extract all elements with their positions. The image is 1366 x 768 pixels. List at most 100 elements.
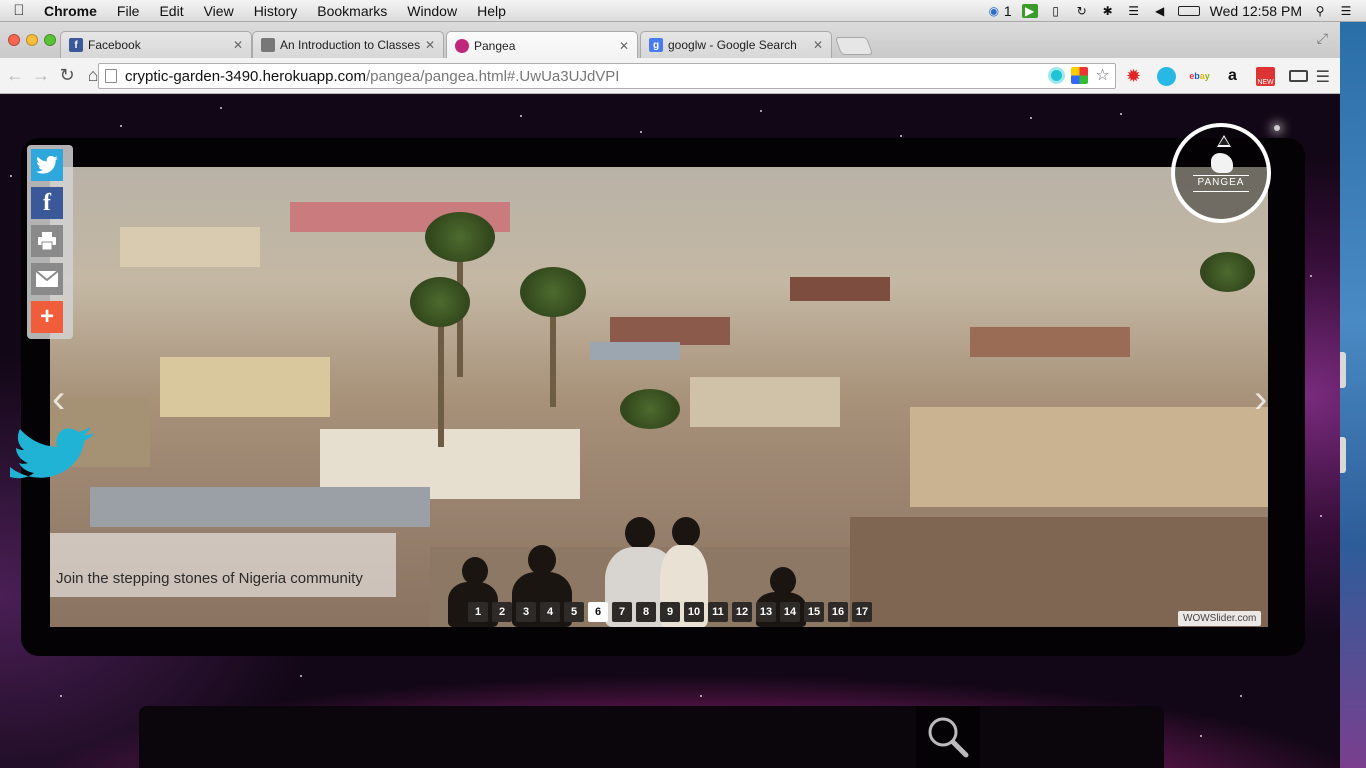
tab-facebook[interactable]: f Facebook ✕ (60, 31, 252, 58)
tab-close-icon[interactable]: ✕ (425, 38, 435, 52)
dock-item[interactable] (1340, 437, 1346, 473)
bookmark-star-icon[interactable]: ☆ (1094, 67, 1111, 84)
time-machine-icon[interactable]: ↻ (1074, 4, 1090, 18)
notification-icon[interactable]: ◉ (986, 4, 1002, 18)
slide-bullet-16[interactable]: 16 (828, 602, 848, 622)
menu-history[interactable]: History (244, 3, 308, 19)
slide-bullet-10[interactable]: 10 (684, 602, 704, 622)
logo-rule (1193, 191, 1249, 192)
slide-caption-text: Join the stepping stones of Nigeria comm… (56, 570, 363, 587)
tree (1200, 252, 1255, 292)
lower-content-panel (139, 706, 1164, 768)
minimize-window-button[interactable] (26, 34, 38, 46)
slider-next-arrow-icon[interactable]: › (1254, 379, 1267, 419)
bluetooth-icon[interactable]: ✱ (1100, 4, 1116, 18)
tab-close-icon[interactable]: ✕ (619, 39, 629, 53)
browser-toolbar: ← → ↻ ⌂ cryptic-garden-3490.herokuapp.co… (0, 58, 1342, 94)
notification-center-icon[interactable]: ☰ (1338, 4, 1354, 18)
twitter-share-button[interactable] (31, 149, 63, 181)
palm-trunk (438, 307, 444, 447)
tab-close-icon[interactable]: ✕ (233, 38, 243, 52)
news-new-icon[interactable]: NEW (1256, 66, 1275, 86)
slide-bullet-11[interactable]: 11 (708, 602, 728, 622)
slide-bullet-8[interactable]: 8 (636, 602, 656, 622)
slide-bullet-15[interactable]: 15 (804, 602, 824, 622)
tab-title: An Introduction to Classes (280, 38, 421, 52)
menu-app-chrome[interactable]: Chrome (38, 3, 107, 19)
media-icon[interactable]: ▶ (1021, 4, 1038, 18)
spotlight-search-icon[interactable]: ⚲ (1312, 4, 1328, 18)
slide-bullet-6[interactable]: 6 (588, 602, 608, 622)
url-host: cryptic-garden-3490.herokuapp.com (125, 67, 366, 85)
amazon-icon[interactable]: a (1223, 67, 1242, 86)
slide-bullet-9[interactable]: 9 (660, 602, 680, 622)
tab-pangea[interactable]: Pangea ✕ (446, 31, 638, 59)
pangea-mark-icon (1211, 153, 1233, 173)
slide-bullet-3[interactable]: 3 (516, 602, 536, 622)
tab-google-search[interactable]: g googlw - Google Search ✕ (640, 31, 832, 58)
extension-colors-icon[interactable] (1071, 67, 1088, 84)
chrome-menu-icon[interactable]: ☰ (1316, 67, 1330, 87)
airplay-icon[interactable]: ▯ (1048, 4, 1064, 18)
clock[interactable]: Wed 12:58 PM (1210, 3, 1302, 19)
print-icon (38, 232, 56, 250)
volume-icon[interactable]: ◀ (1152, 4, 1168, 18)
print-share-button[interactable] (31, 225, 63, 257)
slide-bullet-5[interactable]: 5 (564, 602, 584, 622)
slide-bullet-17[interactable]: 17 (852, 602, 872, 622)
apple-icon[interactable]:  (0, 2, 38, 19)
menu-edit[interactable]: Edit (149, 3, 193, 19)
more-share-button[interactable]: + (31, 301, 63, 333)
pangea-logo[interactable]: PANGEA (1171, 123, 1271, 223)
tin-roof (90, 487, 430, 527)
menubar-status-area: ◉ 1 ▶ ▯ ↻ ✱ ☰ ◀ Wed 12:58 PM ⚲ ☰ (986, 0, 1366, 22)
slide-bullet-1[interactable]: 1 (468, 602, 488, 622)
menu-help[interactable]: Help (467, 3, 516, 19)
slide-bullet-7[interactable]: 7 (612, 602, 632, 622)
facebook-share-button[interactable]: f (31, 187, 63, 219)
desktop-edge (1340, 22, 1366, 768)
cast-icon[interactable] (1289, 70, 1308, 82)
adblock-icon[interactable]: ✹ (1124, 66, 1143, 86)
fullscreen-icon[interactable]: ⤢ (1317, 30, 1328, 47)
menu-view[interactable]: View (194, 3, 244, 19)
extension-blue-icon[interactable] (1157, 66, 1176, 86)
search-button[interactable] (916, 706, 980, 768)
address-bar[interactable]: cryptic-garden-3490.herokuapp.com/pangea… (98, 63, 1116, 89)
reload-icon[interactable]: ↻ (56, 65, 78, 86)
close-window-button[interactable] (8, 34, 20, 46)
logo-rule (1193, 175, 1249, 176)
slide-bullet-13[interactable]: 13 (756, 602, 776, 622)
tab-intro-classes[interactable]: An Introduction to Classes ✕ (252, 31, 444, 58)
slider-prev-arrow-icon[interactable]: ‹ (52, 379, 65, 419)
slide-bullet-4[interactable]: 4 (540, 602, 560, 622)
slide-bullet-14[interactable]: 14 (780, 602, 800, 622)
tree (620, 389, 680, 429)
omnibox-extensions: ☆ (1048, 67, 1111, 84)
ebay-icon[interactable]: ebay (1189, 67, 1210, 86)
tin-roof (590, 342, 680, 360)
twitter-bird-icon[interactable] (8, 427, 94, 485)
child (528, 545, 556, 575)
tab-close-icon[interactable]: ✕ (813, 38, 823, 52)
zoom-window-button[interactable] (44, 34, 56, 46)
extension-circle-icon[interactable] (1048, 67, 1065, 84)
email-share-button[interactable] (31, 263, 63, 295)
slide-bullet-12[interactable]: 12 (732, 602, 752, 622)
wowslider-watermark[interactable]: WOWSlider.com (1178, 611, 1262, 626)
menu-window[interactable]: Window (397, 3, 467, 19)
page-favicon-icon (261, 38, 275, 52)
back-icon[interactable]: ← (4, 65, 26, 86)
forward-icon[interactable]: → (30, 65, 52, 86)
wifi-icon[interactable]: ☰ (1126, 4, 1142, 18)
tab-title: Facebook (88, 38, 141, 52)
menu-file[interactable]: File (107, 3, 150, 19)
url-path: /pangea/pangea.html#.UwUa3UJdVPI (365, 67, 620, 85)
menu-bookmarks[interactable]: Bookmarks (307, 3, 397, 19)
page-icon (105, 69, 117, 83)
slide-bullet-2[interactable]: 2 (492, 602, 512, 622)
logo-wordmark: PANGEA (1197, 177, 1245, 188)
battery-icon[interactable] (1177, 6, 1200, 16)
dock-item[interactable] (1340, 352, 1346, 388)
new-tab-button[interactable] (834, 37, 874, 55)
